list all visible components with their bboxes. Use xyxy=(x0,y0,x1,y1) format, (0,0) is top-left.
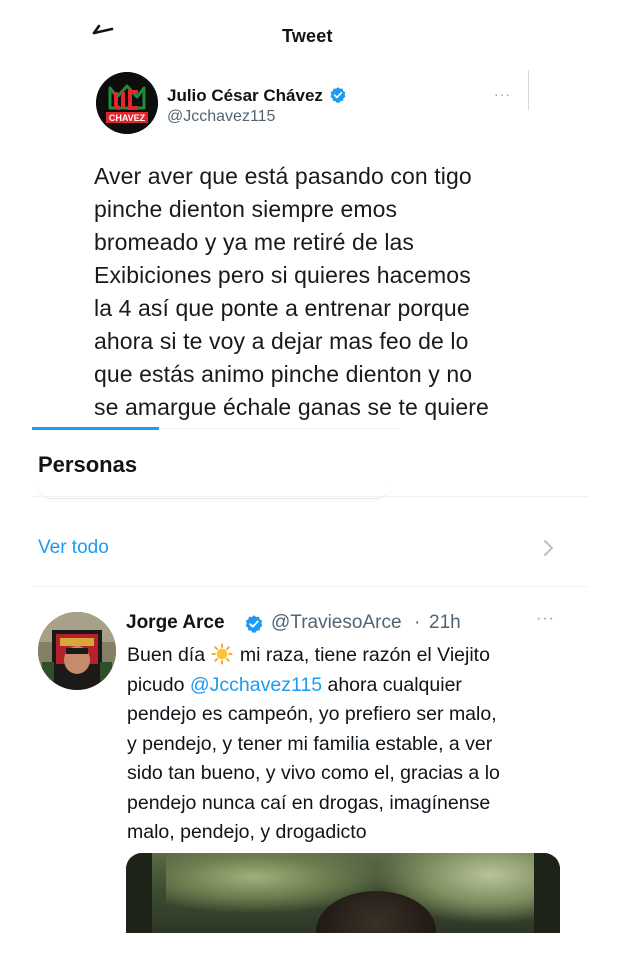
see-all-link[interactable]: Ver todo xyxy=(38,537,109,559)
chavez-logo-icon: CHAVEZ xyxy=(96,72,158,134)
tweet-text-line: ahora si te voy a dejar mas feo de lo xyxy=(94,328,469,354)
more-options-icon[interactable]: ··· xyxy=(494,86,511,102)
text-fragment: Buen día xyxy=(127,644,211,666)
tweet-text-line: sido tan bueno, y vivo como el, gracias … xyxy=(127,762,500,784)
text-fragment: picudo xyxy=(127,673,190,696)
tweet-text-line: pinche dienton siempre emos xyxy=(94,196,398,222)
media-thumbnail[interactable] xyxy=(126,853,560,933)
text-fragment: ahora cualquier xyxy=(322,673,462,696)
page-title: Tweet xyxy=(282,26,333,46)
section-title-personas: Personas xyxy=(38,452,138,477)
active-tab-indicator xyxy=(32,427,159,430)
tweet-text-line: Aver aver que está pasando con tigo xyxy=(94,163,472,189)
tweet-text-line: picudo @Jcchavez115 ahora cualquier xyxy=(127,671,567,701)
more-options-icon[interactable]: ··· xyxy=(536,610,555,628)
tweet-text: Aver aver que está pasando con tigo pinc… xyxy=(94,160,514,424)
tweet-text-line: malo, pendejo, y drogadicto xyxy=(127,821,367,843)
tweet-text-line: la 4 así que ponte a entrenar porque xyxy=(94,295,470,321)
tweet-text: Buen día mi raza, tiene razón el Viejito… xyxy=(127,641,567,848)
verified-badge-icon xyxy=(245,615,263,633)
avatar[interactable]: CHAVEZ xyxy=(96,72,158,134)
author-name[interactable]: Jorge Arce xyxy=(126,612,225,634)
tweet-text-line: Exibiciones pero si quieres hacemos xyxy=(94,262,471,288)
tweet-text-line: pendejo nunca caí en drogas, imagínense xyxy=(127,791,491,814)
tweet-text-line: que estás animo pinche dienton y no xyxy=(94,361,473,387)
text-fragment: mi raza, tiene razón el Viejito xyxy=(234,644,490,666)
divider xyxy=(32,496,588,497)
tweet-text-line: y pendejo, y tener mi familia estable, a… xyxy=(127,732,493,755)
mention-link[interactable]: @Jcchavez115 xyxy=(190,674,322,696)
verified-badge-icon xyxy=(330,87,346,104)
divider xyxy=(528,70,529,110)
tweet-text-line: bromeado y ya me retiré de las xyxy=(94,229,415,255)
tweet-text-line: pendejo es campeón, yo prefiero ser malo… xyxy=(127,703,497,725)
logo-text: CHAVEZ xyxy=(109,113,146,123)
divider xyxy=(32,586,588,587)
divider xyxy=(159,428,399,429)
avatar[interactable] xyxy=(38,612,116,690)
separator-dot: · xyxy=(414,612,421,633)
author-name[interactable]: Julio César Chávez xyxy=(167,86,323,106)
timestamp[interactable]: 21h xyxy=(429,612,461,634)
avatar-photo xyxy=(38,612,116,690)
author-handle[interactable]: @Jcchavez115 xyxy=(167,108,275,126)
chevron-right-icon[interactable] xyxy=(543,538,555,558)
tweet-text-line: se amargue échale ganas se te quiere xyxy=(94,394,489,420)
tweet-text-line: Buen día mi raza, tiene razón el Viejito xyxy=(127,641,567,671)
author-handle[interactable]: @TraviesoArce xyxy=(271,612,402,634)
arrow-left-icon[interactable] xyxy=(92,24,114,42)
media-letterbox xyxy=(126,853,152,933)
sun-emoji-icon xyxy=(211,643,234,665)
media-letterbox xyxy=(534,853,560,933)
